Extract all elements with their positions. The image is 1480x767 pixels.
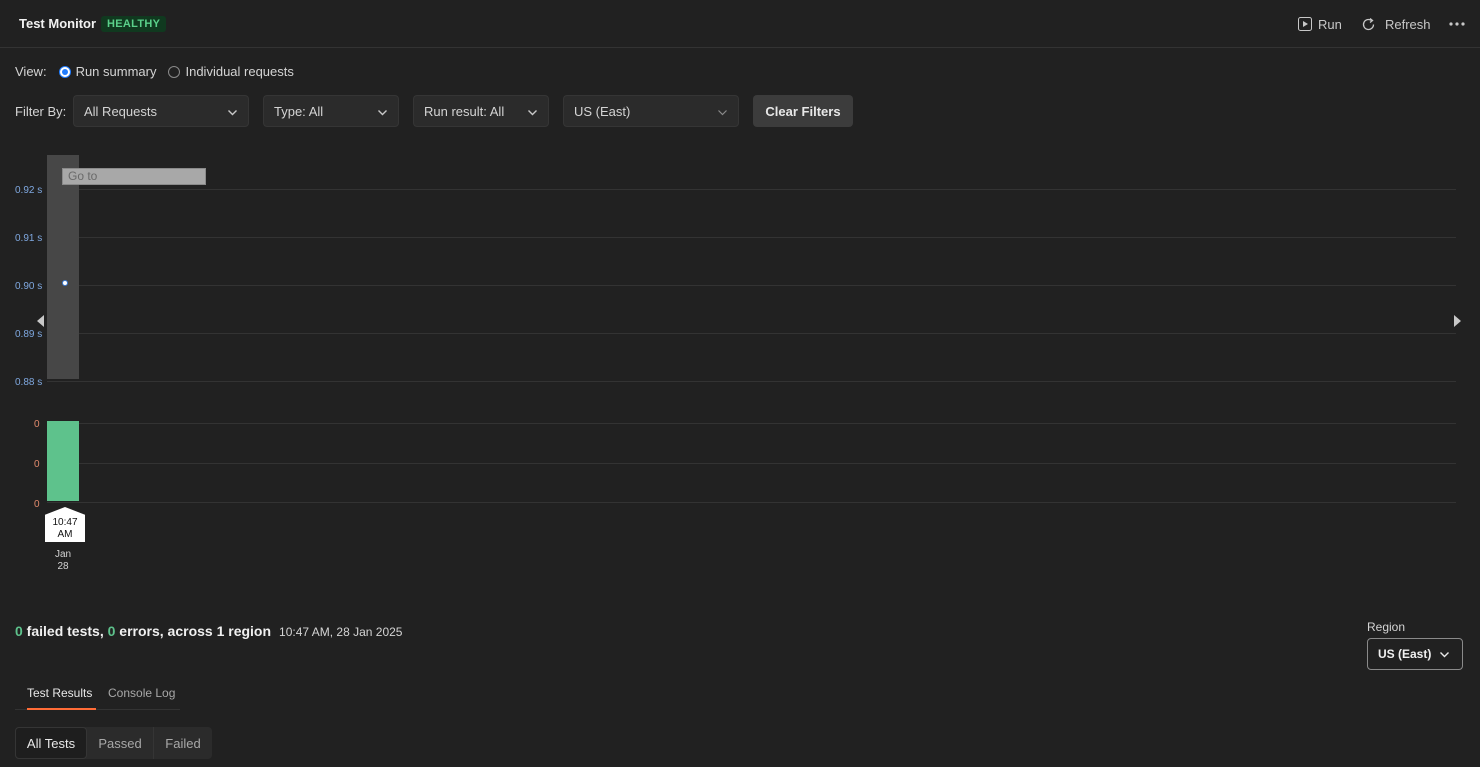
region-filter-select[interactable]: US (East) — [563, 95, 739, 127]
gridline — [47, 189, 1456, 190]
filter-failed[interactable]: Failed — [154, 727, 212, 759]
gridline — [47, 285, 1456, 286]
run-date-month: Jan — [54, 549, 72, 560]
go-to-tooltip[interactable]: Go to — [62, 168, 206, 185]
type-filter-value: Type: All — [274, 103, 324, 119]
y-tick-label: 0.88 s — [15, 377, 43, 388]
gridline — [47, 381, 1456, 382]
run-result-filter-select[interactable]: Run result: All — [413, 95, 549, 127]
y-tick-label: 0.91 s — [15, 233, 43, 244]
region-value: US (East) — [1378, 647, 1432, 661]
gridline — [47, 333, 1456, 334]
chevron-down-icon — [377, 106, 388, 121]
error-text: errors, across 1 region — [115, 623, 272, 639]
run-label: Run — [1318, 16, 1342, 32]
clear-filters-button[interactable]: Clear Filters — [753, 95, 853, 127]
tab-test-results[interactable]: Test Results — [27, 686, 96, 710]
filter-by-label: Filter By: — [15, 104, 67, 119]
y-tick-label: 0.92 s — [15, 185, 43, 196]
gridline — [47, 237, 1456, 238]
page-title: Test Monitor — [19, 16, 97, 31]
refresh-icon — [1361, 17, 1376, 32]
chart-next-arrow-icon[interactable] — [1454, 315, 1461, 327]
results-tabs: Test Results Console Log — [15, 686, 180, 710]
run-result-filter-value: Run result: All — [424, 103, 505, 119]
view-label: View: — [15, 64, 47, 79]
failed-count: 0 — [15, 623, 23, 639]
failed-text: failed tests, — [22, 623, 108, 639]
radio-run-summary-label: Run summary — [75, 64, 157, 79]
type-filter-select[interactable]: Type: All — [263, 95, 399, 127]
count-tick-label: 0 — [34, 459, 40, 470]
run-date-day: 28 — [57, 561, 69, 572]
run-date-label: Jan 28 — [47, 549, 79, 573]
header-bar: Test Monitor HEALTHY Run Refresh — [0, 0, 1480, 48]
radio-unselected-icon — [168, 65, 181, 78]
gridline — [47, 463, 1456, 464]
count-tick-label: 0 — [34, 419, 40, 430]
y-tick-label: 0.89 s — [15, 329, 43, 340]
more-options-button[interactable] — [1449, 15, 1465, 33]
filter-all-tests[interactable]: All Tests — [15, 727, 87, 759]
test-result-filter: All Tests Passed Failed — [15, 727, 212, 759]
more-icon — [1449, 22, 1465, 26]
chevron-down-icon — [227, 106, 238, 121]
view-selector: View: Run summary Individual requests — [15, 64, 306, 79]
filter-passed[interactable]: Passed — [87, 727, 154, 759]
gridline — [47, 502, 1456, 503]
refresh-button[interactable]: Refresh — [1361, 15, 1431, 33]
tab-console-log[interactable]: Console Log — [108, 686, 175, 710]
response-time-point[interactable] — [62, 280, 68, 286]
run-button[interactable]: Run — [1298, 15, 1342, 33]
radio-run-summary[interactable]: Run summary — [58, 64, 157, 79]
chevron-down-icon — [1439, 649, 1450, 663]
status-badge: HEALTHY — [101, 16, 167, 32]
run-summary-text: 0 failed tests, 0 errors, across 1 regio… — [15, 623, 402, 639]
y-tick-label: 0.90 s — [15, 281, 43, 292]
run-time-marker[interactable]: 10:47 AM — [45, 507, 85, 542]
selected-run-column[interactable] — [47, 155, 79, 379]
gridline — [47, 423, 1456, 424]
region-filter-value: US (East) — [574, 103, 631, 119]
run-result-bar[interactable] — [47, 421, 79, 501]
region-select[interactable]: US (East) — [1367, 638, 1463, 670]
refresh-label: Refresh — [1385, 16, 1431, 32]
radio-selected-icon — [58, 65, 71, 78]
run-time-ampm: AM — [57, 529, 73, 540]
play-icon — [1298, 17, 1312, 31]
radio-individual-requests[interactable]: Individual requests — [168, 64, 294, 79]
requests-filter-select[interactable]: All Requests — [73, 95, 249, 127]
run-time-hour: 10:47 — [52, 517, 78, 528]
requests-filter-value: All Requests — [84, 103, 157, 119]
chart-prev-arrow-icon[interactable] — [37, 315, 44, 327]
error-count: 0 — [107, 623, 116, 639]
chevron-down-icon — [527, 106, 538, 121]
count-tick-label: 0 — [34, 499, 40, 510]
radio-individual-requests-label: Individual requests — [185, 64, 294, 79]
chevron-down-icon — [717, 106, 728, 121]
run-timestamp: 10:47 AM, 28 Jan 2025 — [279, 625, 403, 639]
region-label: Region — [1367, 620, 1406, 634]
